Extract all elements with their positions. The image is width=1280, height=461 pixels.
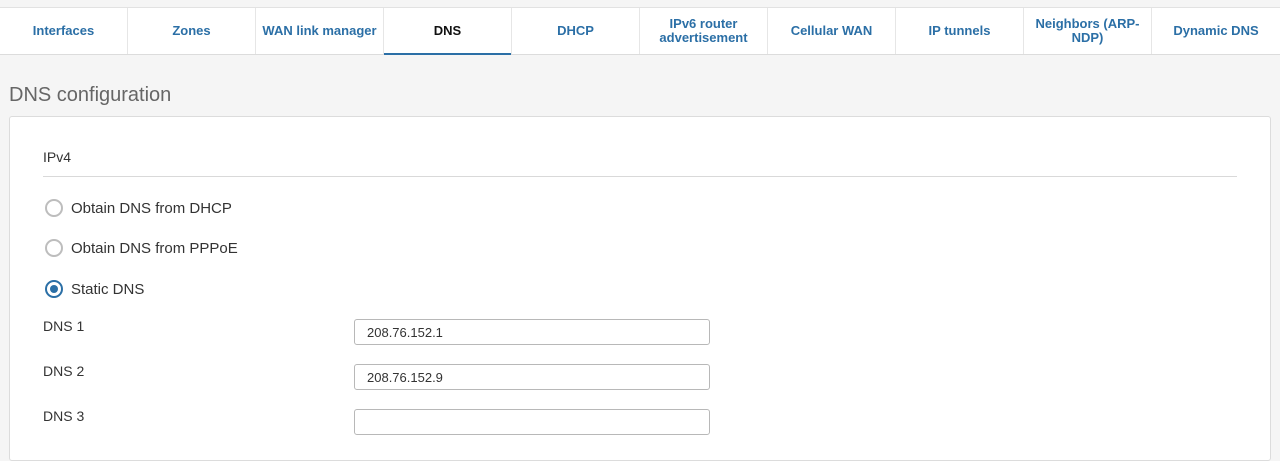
dns3-label: DNS 3 — [43, 408, 85, 424]
radio-label-pppoe: Obtain DNS from PPPoE — [71, 239, 238, 257]
tab-dhcp[interactable]: DHCP — [512, 8, 640, 54]
section-title-ipv4: IPv4 — [43, 149, 1237, 177]
dns1-label: DNS 1 — [43, 318, 85, 334]
dns-config-panel: IPv4 Obtain DNS from DHCP Obtain DNS fro… — [9, 116, 1271, 461]
tab-ip-tunnels[interactable]: IP tunnels — [896, 8, 1024, 54]
radio-obtain-dns-pppoe[interactable]: Obtain DNS from PPPoE — [45, 239, 238, 257]
tab-ipv6-router-advertisement[interactable]: IPv6 router advertisement — [640, 8, 768, 54]
dns2-label: DNS 2 — [43, 363, 85, 379]
radio-button-dhcp[interactable] — [45, 199, 63, 217]
radio-button-pppoe[interactable] — [45, 239, 63, 257]
tab-interfaces[interactable]: Interfaces — [0, 8, 128, 54]
tab-wan-link-manager[interactable]: WAN link manager — [256, 8, 384, 54]
radio-button-static[interactable] — [45, 280, 63, 298]
tab-dns[interactable]: DNS — [384, 8, 512, 55]
tab-neighbors-arp-ndp[interactable]: Neighbors (ARP-NDP) — [1024, 8, 1152, 54]
tab-bar: Interfaces Zones WAN link manager DNS DH… — [0, 7, 1280, 55]
tab-dynamic-dns[interactable]: Dynamic DNS — [1152, 8, 1280, 54]
radio-label-static: Static DNS — [71, 280, 145, 298]
radio-obtain-dns-dhcp[interactable]: Obtain DNS from DHCP — [45, 199, 232, 217]
tab-cellular-wan[interactable]: Cellular WAN — [768, 8, 896, 54]
dns1-input[interactable] — [354, 319, 710, 345]
radio-label-dhcp: Obtain DNS from DHCP — [71, 199, 232, 217]
dns3-input[interactable] — [354, 409, 710, 435]
radio-static-dns[interactable]: Static DNS — [45, 280, 144, 298]
tab-zones[interactable]: Zones — [128, 8, 256, 54]
dns2-input[interactable] — [354, 364, 710, 390]
page-title: DNS configuration — [9, 84, 172, 106]
